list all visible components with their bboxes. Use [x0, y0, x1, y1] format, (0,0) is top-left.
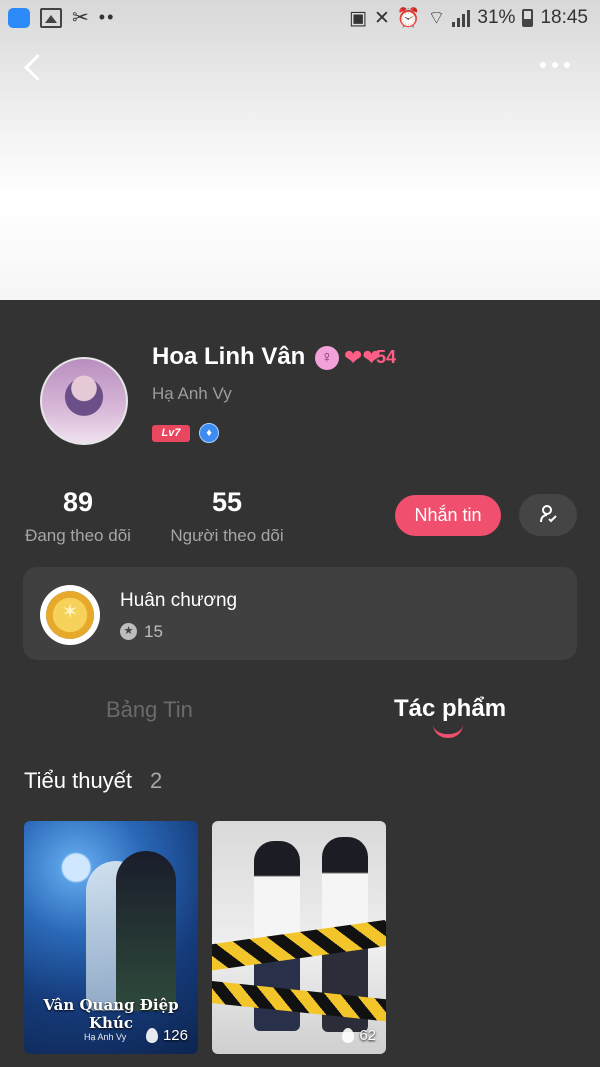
section-title: Tiểu thuyết [24, 768, 133, 793]
gallery-icon [40, 7, 62, 28]
more-options-icon[interactable] [540, 62, 570, 68]
pen-name: Hạ Anh Vy [152, 384, 232, 403]
alarm-icon: ⏰ [396, 8, 421, 29]
signal-icon [452, 9, 471, 27]
clock: 18:45 [540, 7, 588, 28]
battery-icon [522, 9, 534, 27]
status-left-icons: ✂ •• [8, 7, 115, 28]
app-notification-icon [8, 7, 30, 28]
fire-icon [145, 1028, 158, 1043]
hearts-count: 54 [376, 347, 397, 367]
book-views: 126 [145, 1027, 188, 1044]
followers-count[interactable]: 55 [157, 487, 297, 518]
avatar[interactable] [40, 357, 128, 445]
status-bar: ✂ •• ▣ ✕ ⏰ ⌔ 31% 18:45 [0, 0, 600, 36]
back-icon[interactable] [22, 54, 44, 82]
followers-label[interactable]: Người theo dõi [147, 526, 307, 546]
book-card[interactable]: Vân Quang Điệp Khúc Hạ Anh Vy 126 [24, 821, 198, 1054]
profile-name: Hoa Linh Vân [152, 343, 306, 370]
level-badge: Lv7 [152, 425, 190, 442]
section-count: 2 [150, 768, 163, 793]
tab-works[interactable]: Tác phẩm [394, 695, 506, 723]
battery-percent: 31% [477, 7, 516, 28]
status-right-icons: ▣ ✕ ⏰ ⌔ 31% 18:45 [349, 6, 588, 30]
battery-saver-icon: ▣ [349, 7, 367, 29]
following-label[interactable]: Đang theo dõi [0, 526, 158, 546]
medal-title: Huân chương [120, 590, 238, 611]
medal-icon: ✶ [40, 585, 100, 645]
mute-icon: ✕ [373, 7, 390, 29]
book-views: 62 [342, 1027, 376, 1044]
capcut-icon: ✂ [72, 6, 89, 29]
user-check-icon [540, 505, 557, 523]
follow-button[interactable] [519, 494, 577, 536]
medal-count: 15 [144, 622, 163, 641]
medal-panel[interactable] [23, 567, 577, 660]
book-card[interactable]: 62 [212, 821, 386, 1054]
medal-drop-icon[interactable]: ♦ [199, 423, 219, 443]
views-count: 62 [359, 1027, 376, 1044]
following-count[interactable]: 89 [8, 487, 148, 518]
fire-icon [342, 1028, 355, 1043]
views-count: 126 [162, 1027, 188, 1044]
book-author: Hạ Anh Vy [84, 1032, 127, 1042]
wifi-icon: ⌔ [427, 8, 446, 29]
message-button[interactable]: Nhắn tin [395, 495, 501, 536]
star-icon: ★ [120, 623, 137, 640]
tab-news-feed[interactable]: Bảng Tin [106, 697, 193, 723]
female-gender-icon: ♀ [315, 346, 339, 370]
more-notifications-icon: •• [98, 7, 116, 27]
